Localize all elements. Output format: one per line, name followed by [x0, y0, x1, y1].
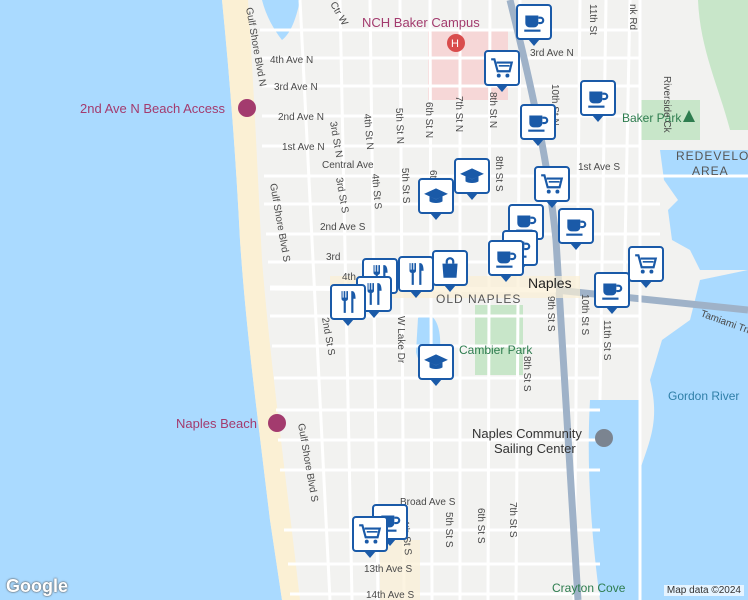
street-label: 2nd Ave N [278, 112, 324, 123]
cafe-marker[interactable] [594, 272, 630, 314]
street-label: nk Rd [627, 4, 638, 30]
street-label: 8th St S [521, 356, 532, 392]
street-label: 6th St S [475, 508, 486, 544]
street-label: 11th St [587, 4, 598, 35]
naples-beach-label: Naples Beach [176, 416, 257, 431]
street-label: 1st Ave N [282, 142, 325, 153]
school-marker[interactable] [418, 344, 454, 386]
street-label: Central Ave [322, 160, 374, 171]
street-label: 7th St S [507, 502, 518, 538]
grocery-marker[interactable] [628, 246, 664, 288]
restaurant-icon [341, 291, 356, 313]
naples-city-label: Naples [528, 275, 572, 291]
restaurant-icon [409, 263, 424, 285]
cafe-marker[interactable] [580, 80, 616, 122]
hospital-h-icon: H [451, 38, 459, 50]
cafe-marker[interactable] [520, 104, 556, 146]
cafe-icon [566, 219, 587, 236]
riverside-label: Riverside Ck [661, 76, 672, 134]
street-label: W Lake Dr [395, 316, 406, 364]
cafe-icon [602, 283, 623, 300]
old-naples-label: OLD NAPLES [436, 292, 521, 306]
school-marker[interactable] [454, 158, 490, 200]
school-marker[interactable] [418, 178, 454, 220]
grocery-icon [491, 58, 514, 78]
map-attribution[interactable]: Map data ©2024 [663, 585, 744, 596]
restaurant-marker[interactable] [398, 256, 434, 298]
street-label: 5th St N [393, 108, 405, 145]
street-label: 8th St S [493, 156, 504, 192]
google-logo: Google [6, 576, 68, 596]
street-label: Broad Ave S [400, 497, 456, 508]
redevelop-label-1: REDEVELO [676, 149, 748, 163]
shopping-marker[interactable] [432, 250, 468, 292]
street-label: 11th St S [601, 320, 612, 361]
street-label: 8th St N [487, 92, 498, 128]
street-label: 3rd Ave N [530, 48, 574, 59]
street-label: 14th Ave S [366, 590, 415, 600]
street-label: 4th Ave N [270, 55, 313, 66]
school-icon [424, 188, 448, 204]
cafe-marker[interactable] [558, 208, 594, 250]
grocery-marker[interactable] [484, 50, 520, 92]
street-label: 3rd [326, 252, 340, 263]
beach-access-label: 2nd Ave N Beach Access [80, 101, 226, 116]
cafe-icon [528, 115, 549, 132]
nch-label: NCH Baker Campus [362, 15, 480, 30]
street-label: 4th [342, 272, 356, 283]
cafe-marker[interactable] [488, 240, 524, 282]
street-label: 9th St S [545, 296, 556, 332]
street-label: 3rd Ave N [274, 82, 318, 93]
school-icon [460, 168, 484, 184]
gordon-river-label: Gordon River [668, 389, 739, 403]
cafe-icon [496, 251, 517, 268]
sailing-center-label-2: Sailing Center [494, 441, 576, 456]
bay-inlet-water [588, 400, 640, 600]
redevelop-label-2: AREA [692, 164, 729, 178]
crayton-cove-label: Crayton Cove [552, 581, 626, 595]
grocery-marker[interactable] [534, 166, 570, 208]
street-label: 1st Ave S [578, 162, 620, 173]
street-label: 5th St S [443, 512, 454, 548]
camera-icon[interactable] [238, 99, 256, 117]
cafe-icon [588, 91, 609, 108]
street-label: 5th St S [399, 168, 411, 204]
street-label: 7th St N [453, 96, 464, 132]
sailing-icon[interactable] [595, 429, 613, 447]
sailing-center-label-1: Naples Community [472, 426, 582, 441]
street-label: 2nd Ave S [320, 222, 366, 233]
cafe-icon [524, 15, 545, 32]
street-label: 10th St S [579, 294, 590, 335]
grocery-icon [541, 174, 564, 194]
restaurant-marker[interactable] [330, 284, 366, 326]
street-label: 13th Ave S [364, 564, 413, 575]
cafe-marker[interactable] [516, 4, 552, 46]
grocery-marker[interactable] [352, 516, 388, 558]
grocery-icon [359, 524, 382, 544]
cambier-park-label: Cambier Park [459, 343, 533, 357]
street-label: 6th St N [423, 102, 434, 138]
camera-icon[interactable] [268, 414, 286, 432]
grocery-icon [635, 254, 658, 274]
baker-park-label: Baker Park [622, 111, 682, 125]
shopping-icon [442, 257, 458, 278]
school-icon [424, 354, 448, 370]
